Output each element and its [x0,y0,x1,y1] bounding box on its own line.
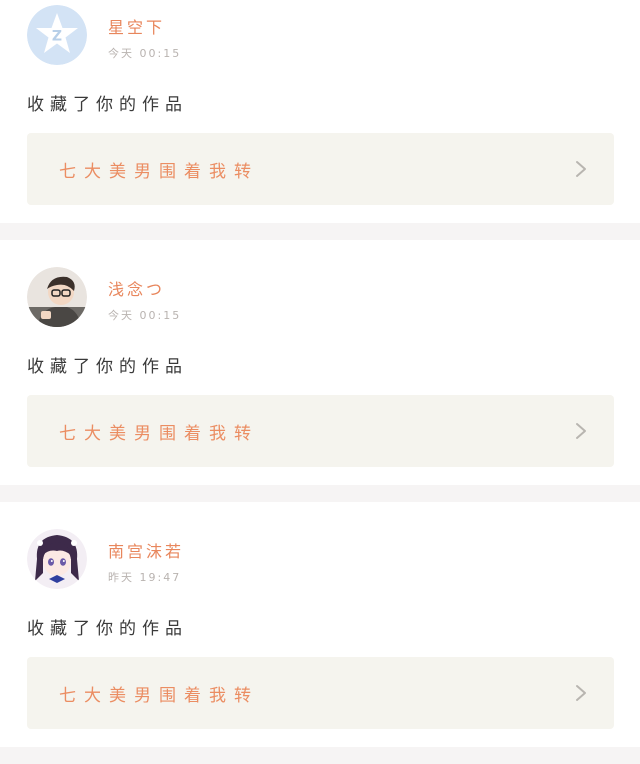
timestamp: 昨天 19:47 [108,571,182,584]
user-name[interactable]: 星空下 [108,14,165,38]
separator [0,747,640,764]
notification-item: 浅念つ 今天 00:15 收藏了你的作品 七大美男围着我转 [0,240,640,485]
anime-girl-avatar-icon [27,529,87,589]
chevron-right-icon [576,161,586,177]
work-card[interactable]: 七大美男围着我转 [27,657,614,729]
work-title: 七大美男围着我转 [59,686,259,706]
chevron-right-icon [576,685,586,701]
timestamp: 今天 00:15 [108,309,182,322]
action-text: 收藏了你的作品 [27,357,188,377]
avatar[interactable] [27,529,87,589]
action-text: 收藏了你的作品 [27,619,188,639]
separator [0,223,640,240]
svg-text:Z: Z [52,29,62,45]
chevron-right-icon [576,423,586,439]
notification-item: 南宫沫若 昨天 19:47 收藏了你的作品 七大美男围着我转 [0,502,640,747]
action-text: 收藏了你的作品 [27,95,188,115]
work-title: 七大美男围着我转 [59,424,259,444]
work-card[interactable]: 七大美男围着我转 [27,133,614,205]
boy-avatar-icon [27,267,87,327]
user-name[interactable]: 南宫沫若 [108,538,184,562]
work-title: 七大美男围着我转 [59,162,259,182]
timestamp: 今天 00:15 [108,47,182,60]
avatar[interactable]: Z [27,5,87,65]
separator [0,485,640,502]
avatar[interactable] [27,267,87,327]
work-card[interactable]: 七大美男围着我转 [27,395,614,467]
user-name[interactable]: 浅念つ [108,276,165,300]
notification-item: Z 星空下 今天 00:15 收藏了你的作品 七大美男围着我转 [0,0,640,223]
star-avatar-icon: Z [27,5,87,65]
notification-feed: Z 星空下 今天 00:15 收藏了你的作品 七大美男围着我转 浅念つ 今天 0… [0,0,640,764]
